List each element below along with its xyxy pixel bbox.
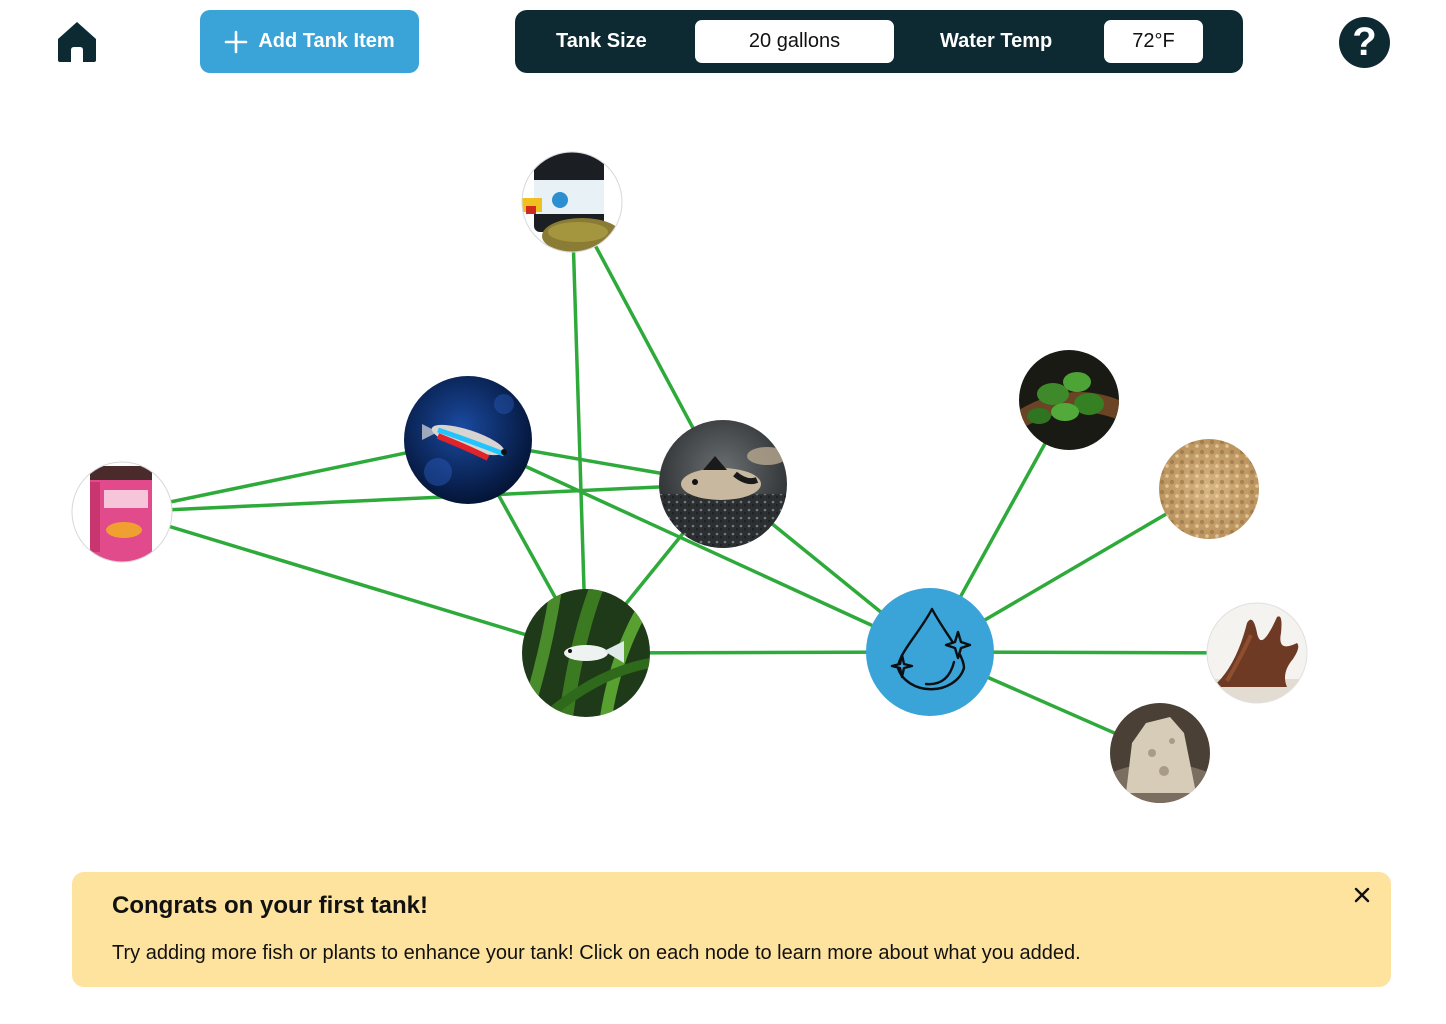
node-anubias[interactable] [1019, 350, 1119, 450]
edge-sinking-pellets-guppy [570, 201, 588, 654]
close-icon[interactable] [1351, 884, 1373, 906]
node-neon-tetra[interactable] [404, 376, 532, 504]
node-driftwood[interactable] [1206, 602, 1308, 709]
edge-blood-worms-guppy [121, 510, 587, 655]
node-guppy[interactable] [522, 589, 650, 717]
node-water[interactable] [866, 588, 994, 716]
node-gravel[interactable] [1159, 439, 1259, 539]
toast-title: Congrats on your first tank! [112, 892, 429, 919]
toast-message: Try adding more fish or plants to enhanc… [112, 942, 1081, 964]
tank-graph [71, 151, 1308, 803]
node-rock[interactable] [1110, 703, 1210, 803]
node-corydoras[interactable] [659, 420, 787, 554]
node-sinking-pellets[interactable] [521, 151, 623, 254]
node-blood-worms[interactable] [71, 461, 173, 563]
congrats-toast: Congrats on your first tank! Try adding … [72, 872, 1391, 987]
edge-blood-worms-corydoras [121, 482, 724, 514]
